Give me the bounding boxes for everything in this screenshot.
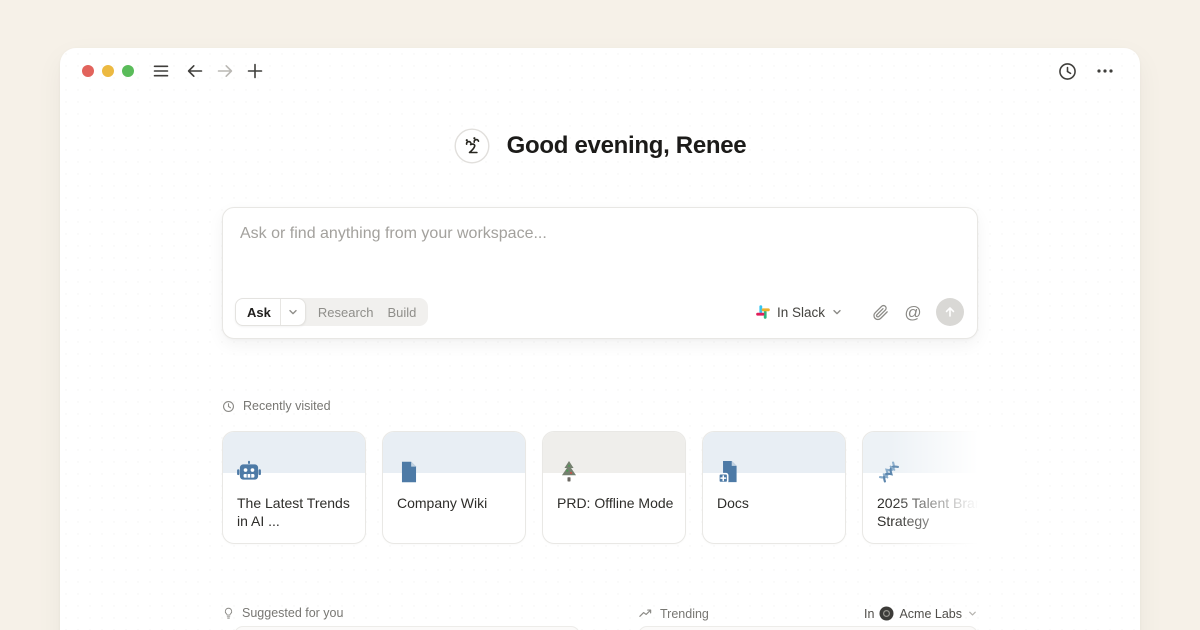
traffic-lights <box>82 65 134 77</box>
mode-ask-label: Ask <box>236 305 280 320</box>
slack-icon <box>755 304 771 320</box>
workspace-selector[interactable]: In Acme Labs <box>864 606 978 621</box>
suggested-for-you-header: Suggested for you <box>222 606 343 620</box>
trending-header: Trending <box>638 606 709 621</box>
chevron-down-icon[interactable] <box>281 306 305 318</box>
window-titlebar <box>60 48 1140 94</box>
context-selector[interactable]: In Slack <box>755 304 843 320</box>
workspace-prefix: In <box>864 607 874 621</box>
recent-card-docs[interactable]: Docs <box>702 431 846 544</box>
clock-icon <box>222 400 235 413</box>
attachment-icon[interactable] <box>868 300 892 324</box>
mode-ask-button[interactable]: Ask <box>235 298 306 326</box>
recent-card-talent-brand[interactable]: 2025 Talent Brand Strategy <box>862 431 1006 544</box>
ellipsis-icon[interactable] <box>1092 58 1118 84</box>
page-title: Good evening, Renee <box>507 132 747 160</box>
search-input[interactable] <box>223 208 977 278</box>
trending-card-top <box>638 626 978 630</box>
page-plus-icon <box>716 459 742 485</box>
recent-card-prd-offline[interactable]: PRD: Offline Mode <box>542 431 686 544</box>
mode-research-button[interactable]: Research <box>306 305 386 320</box>
send-arrow-icon <box>942 304 958 320</box>
card-title: PRD: Offline Mode <box>557 494 677 512</box>
mode-build-button[interactable]: Build <box>386 305 429 320</box>
workspace-name: Acme Labs <box>899 607 962 621</box>
history-icon[interactable] <box>1054 58 1080 84</box>
mention-icon[interactable]: @ <box>901 300 925 324</box>
recent-card-ai-trends[interactable]: The Latest Trends in AI ... <box>222 431 366 544</box>
robot-icon <box>236 459 262 485</box>
tree-icon <box>556 459 582 485</box>
context-label: In Slack <box>777 305 825 320</box>
back-arrow-icon[interactable] <box>182 58 208 84</box>
mode-switcher: Ask Research Build <box>235 298 428 326</box>
page-icon <box>396 459 422 485</box>
card-title: Company Wiki <box>397 494 517 512</box>
trending-icon <box>638 606 653 621</box>
menu-icon[interactable] <box>148 58 174 84</box>
suggested-label: Suggested for you <box>242 606 343 620</box>
ask-box: Ask Research Build <box>222 207 978 339</box>
card-title: The Latest Trends in AI ... <box>237 494 357 531</box>
workspace-logo-icon <box>879 606 894 621</box>
zoom-window-button[interactable] <box>122 65 134 77</box>
lightbulb-icon <box>222 606 235 620</box>
new-tab-plus-icon[interactable] <box>242 58 268 84</box>
clipped-section-cards <box>222 626 978 630</box>
forward-arrow-icon[interactable] <box>212 58 238 84</box>
minimize-window-button[interactable] <box>102 65 114 77</box>
trending-label: Trending <box>660 607 709 621</box>
chevron-down-icon <box>831 306 843 318</box>
recent-card-company-wiki[interactable]: Company Wiki <box>382 431 526 544</box>
recently-visited-cards: The Latest Trends in AI ... Company Wiki <box>222 431 1012 544</box>
recently-visited-header: Recently visited <box>222 399 978 413</box>
send-button[interactable] <box>936 298 964 326</box>
card-title: Docs <box>717 494 837 512</box>
chevron-down-icon <box>967 608 978 619</box>
ai-face-icon <box>454 128 490 164</box>
recently-visited-title: Recently visited <box>243 399 331 413</box>
close-window-button[interactable] <box>82 65 94 77</box>
greeting-header: Good evening, Renee <box>222 128 978 164</box>
app-window: Good evening, Renee Ask Research Build <box>60 48 1140 630</box>
suggested-card-top <box>234 626 580 630</box>
card-title: 2025 Talent Brand Strategy <box>877 494 997 531</box>
footer-sections: Suggested for you Trending In Acme Labs <box>222 606 978 622</box>
